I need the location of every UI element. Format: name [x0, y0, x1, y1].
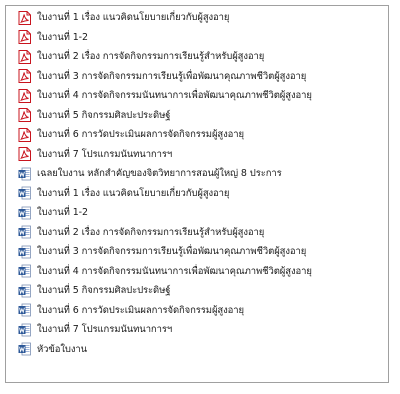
word-file-icon	[18, 225, 31, 239]
file-name: ใบงานที่ 3 การจัดกิจกรรมการเรียนรู้เพื่อ…	[37, 246, 307, 257]
pdf-file-icon	[18, 10, 31, 25]
pdf-file-icon	[18, 147, 31, 162]
file-item[interactable]: ใบงานที่ 4 การจัดกิจกรรมนันทนาการเพื่อพั…	[18, 262, 388, 282]
file-item[interactable]: ใบงานที่ 1 เรื่อง แนวคิดนโยบายเกี่ยวกับผ…	[18, 8, 388, 28]
word-file-icon	[18, 206, 31, 220]
file-name: ใบงานที่ 7 โปรแกรมนันทนาการฯ	[37, 148, 173, 160]
file-item[interactable]: ใบงานที่ 3 การจัดกิจกรรมการเรียนรู้เพื่อ…	[18, 67, 388, 87]
file-name: ใบงานที่ 5 กิจกรรมศิลปะประดิษฐ์	[37, 109, 171, 121]
file-name: ใบงานที่ 2 เรื่อง การจัดกิจกรรมการเรียนร…	[37, 51, 265, 62]
file-item[interactable]: ใบงานที่ 2 เรื่อง การจัดกิจกรรมการเรียนร…	[18, 223, 388, 243]
file-item[interactable]: ใบงานที่ 1-2	[18, 203, 388, 223]
file-name: ใบงานที่ 3 การจัดกิจกรรมการเรียนรู้เพื่อ…	[37, 70, 307, 82]
file-name: ใบงานที่ 7 โปรแกรมนันทนาการฯ	[37, 324, 173, 335]
file-item[interactable]: ใบงานที่ 2 เรื่อง การจัดกิจกรรมการเรียนร…	[18, 47, 388, 67]
word-file-icon	[18, 245, 31, 259]
word-file-icon	[18, 186, 31, 200]
pdf-file-icon	[18, 127, 31, 142]
file-name: ใบงานที่ 4 การจัดกิจกรรมนันทนาการเพื่อพั…	[37, 265, 312, 277]
pdf-file-icon	[18, 108, 31, 123]
file-item[interactable]: ใบงานที่ 5 กิจกรรมศิลปะประดิษฐ์	[18, 106, 388, 126]
file-item[interactable]: ใบงานที่ 5 กิจกรรมศิลปะประดิษฐ์	[18, 281, 388, 301]
file-name: หัวข้อใบงาน	[37, 343, 88, 355]
word-file-icon	[18, 264, 31, 278]
file-name: ใบงานที่ 5 กิจกรรมศิลปะประดิษฐ์	[37, 285, 171, 296]
file-name: ใบงานที่ 6 การวัดประเมินผลการจัดกิจกรรมผ…	[37, 129, 244, 140]
file-item[interactable]: ใบงานที่ 6 การวัดประเมินผลการจัดกิจกรรมผ…	[18, 125, 388, 145]
word-file-icon	[18, 284, 31, 298]
file-name: ใบงานที่ 1-2	[37, 207, 88, 218]
file-item[interactable]: ใบงานที่ 1 เรื่อง แนวคิดนโยบายเกี่ยวกับผ…	[18, 184, 388, 204]
file-item[interactable]: ใบงานที่ 7 โปรแกรมนันทนาการฯ	[18, 320, 388, 340]
word-file-icon	[18, 323, 31, 337]
word-file-icon	[18, 342, 31, 356]
pdf-file-icon	[18, 88, 31, 103]
file-name: ใบงานที่ 1-2	[37, 31, 88, 43]
file-item[interactable]: ใบงานที่ 4 การจัดกิจกรรมนันทนาการเพื่อพั…	[18, 86, 388, 106]
file-name: ใบงานที่ 6 การวัดประเมินผลการจัดกิจกรรมผ…	[37, 304, 244, 316]
word-file-icon	[18, 303, 31, 317]
pdf-file-icon	[18, 49, 31, 64]
file-list-panel: ใบงานที่ 1 เรื่อง แนวคิดนโยบายเกี่ยวกับผ…	[5, 5, 389, 383]
file-name: ใบงานที่ 1 เรื่อง แนวคิดนโยบายเกี่ยวกับผ…	[37, 187, 230, 199]
file-item[interactable]: เฉลยใบงาน หลักสำคัญของจิตวิทยาการสอนผู้ใ…	[18, 164, 388, 184]
file-list: ใบงานที่ 1 เรื่อง แนวคิดนโยบายเกี่ยวกับผ…	[6, 6, 388, 359]
file-name: เฉลยใบงาน หลักสำคัญของจิตวิทยาการสอนผู้ใ…	[37, 168, 282, 179]
file-name: ใบงานที่ 2 เรื่อง การจัดกิจกรรมการเรียนร…	[37, 226, 265, 238]
file-name: ใบงานที่ 4 การจัดกิจกรรมนันทนาการเพื่อพั…	[37, 90, 312, 101]
file-item[interactable]: ใบงานที่ 3 การจัดกิจกรรมการเรียนรู้เพื่อ…	[18, 242, 388, 262]
pdf-file-icon	[18, 69, 31, 84]
file-name: ใบงานที่ 1 เรื่อง แนวคิดนโยบายเกี่ยวกับผ…	[37, 12, 230, 23]
file-item[interactable]: ใบงานที่ 6 การวัดประเมินผลการจัดกิจกรรมผ…	[18, 301, 388, 321]
word-file-icon	[18, 167, 31, 181]
pdf-file-icon	[18, 30, 31, 45]
file-item[interactable]: ใบงานที่ 7 โปรแกรมนันทนาการฯ	[18, 145, 388, 165]
file-item[interactable]: ใบงานที่ 1-2	[18, 28, 388, 48]
file-item[interactable]: หัวข้อใบงาน	[18, 340, 388, 360]
